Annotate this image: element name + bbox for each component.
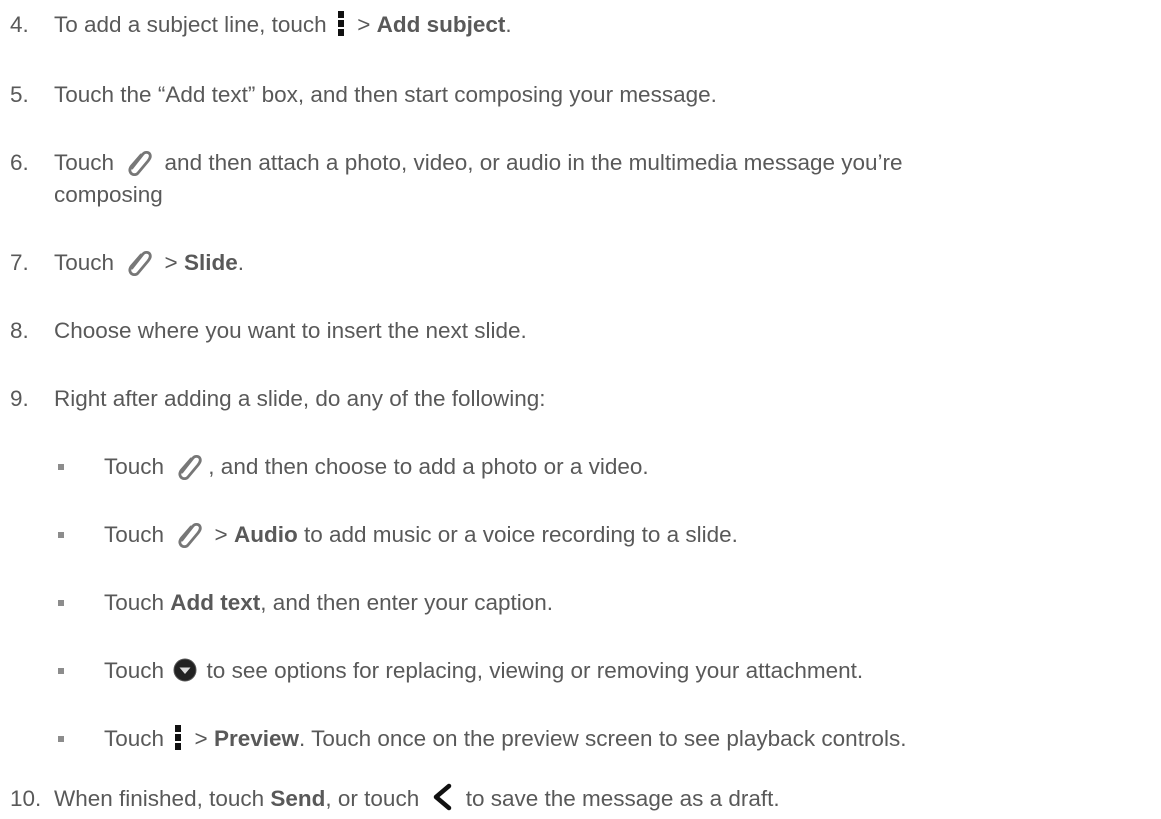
- bullet-text: Touch: [104, 522, 171, 547]
- bullet-marker: [58, 736, 64, 742]
- step-text: >: [158, 250, 184, 275]
- bullet-marker: [58, 668, 64, 674]
- step-number: 7.: [10, 250, 29, 275]
- bullet-marker: [58, 532, 64, 538]
- step-text: and then attach a photo, video, or audio…: [158, 150, 903, 175]
- step-text: .: [505, 12, 512, 37]
- paperclip-icon: [174, 518, 204, 549]
- step-text: Touch: [54, 250, 121, 275]
- back-chevron-icon: [429, 783, 455, 811]
- paperclip-icon: [124, 246, 154, 277]
- step-text: Choose where you want to insert the next…: [54, 318, 527, 343]
- step-number: 10.: [10, 786, 42, 811]
- step-number: 9.: [10, 386, 29, 411]
- step-text: To add a subject line, touch: [54, 12, 333, 37]
- bullet-text: to add music or a voice recording to a s…: [297, 522, 738, 547]
- step-text: Touch: [54, 150, 121, 175]
- bullet-text: Touch: [104, 658, 171, 683]
- bullet-text: to see options for replacing, viewing or…: [200, 658, 864, 683]
- step-emphasis: Slide: [183, 250, 238, 275]
- step-emphasis: Send: [270, 786, 326, 811]
- bullet-text: >: [208, 522, 234, 547]
- bullet-text: >: [188, 726, 214, 751]
- step-text: Right after adding a slide, do any of th…: [54, 386, 546, 411]
- menu-icon: [337, 11, 345, 37]
- bullet-emphasis: Add text: [170, 590, 261, 615]
- step-number: 4.: [10, 12, 29, 37]
- step-number: 8.: [10, 318, 29, 343]
- bullet-text: , and then choose to add a photo or a vi…: [208, 454, 649, 479]
- bullet-marker: [58, 464, 64, 470]
- step-number: 6.: [10, 150, 29, 175]
- bullet-text: . Touch once on the preview screen to se…: [299, 726, 907, 751]
- step-emphasis: Add subject: [376, 12, 506, 37]
- bullet-text: , and then enter your caption.: [260, 590, 553, 615]
- step-number: 5.: [10, 82, 29, 107]
- bullet-emphasis: Preview: [213, 726, 300, 751]
- bullet-text: Touch: [104, 454, 171, 479]
- menu-icon: [174, 725, 182, 751]
- paperclip-icon: [174, 450, 204, 481]
- paperclip-icon: [124, 146, 154, 177]
- bullet-marker: [58, 600, 64, 606]
- step-text: .: [237, 250, 244, 275]
- step-text: When finished, touch: [54, 786, 271, 811]
- bullet-text: Touch: [104, 726, 171, 751]
- step-text: composing: [54, 182, 163, 207]
- step-text: to save the message as a draft.: [459, 786, 780, 811]
- bullet-text: Touch: [104, 590, 171, 615]
- step-text: >: [350, 12, 377, 37]
- step-text: Touch the “Add text” box, and then start…: [54, 82, 717, 107]
- bullet-emphasis: Audio: [233, 522, 298, 547]
- step-text: , or touch: [325, 786, 426, 811]
- dropdown-circle-icon: [173, 658, 197, 682]
